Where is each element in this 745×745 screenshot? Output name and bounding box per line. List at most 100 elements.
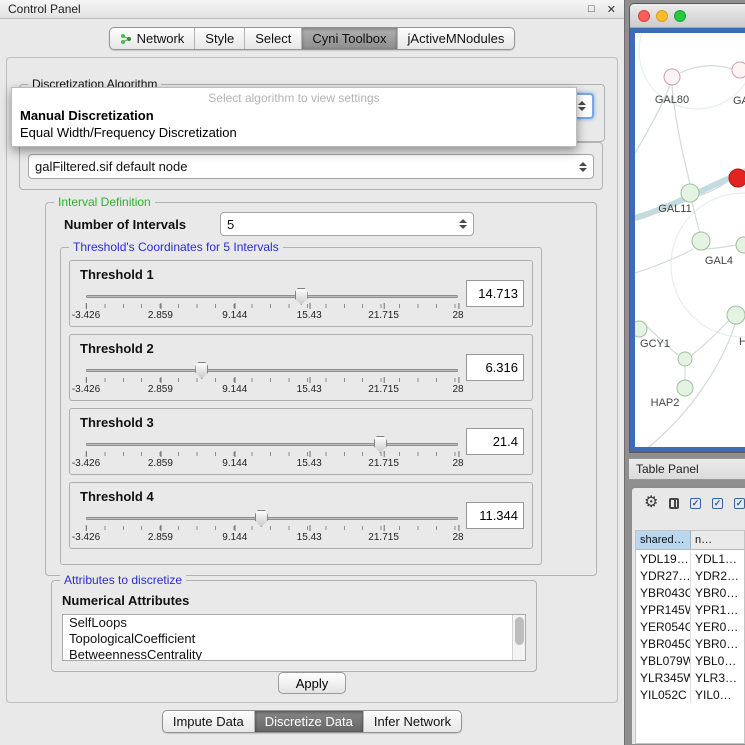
cell[interactable]: YIL052C (636, 686, 691, 703)
tab-discretize-data-label: Discretize Data (265, 714, 353, 729)
cell[interactable]: YBL079W (636, 652, 691, 669)
cyni-toolbox-panel: Discretization Algorithm Select algorith… (6, 57, 618, 703)
cell[interactable]: YDR2… (691, 569, 744, 583)
list-item[interactable]: TopologicalCoefficient (63, 631, 525, 647)
tick-label: 9.144 (222, 310, 247, 321)
network-node-gal4[interactable] (692, 232, 710, 250)
popup-option-manual-discretization[interactable]: Manual Discretization (12, 107, 576, 124)
cell[interactable]: YDR27… (636, 567, 691, 584)
table-row[interactable]: YER054CYER0… (636, 618, 744, 635)
top-tabbar: Network Style Select Cyni Toolbox jActiv… (0, 19, 624, 54)
tab-network[interactable]: Network (110, 28, 195, 49)
table-row[interactable]: YPR145WYPR1… (636, 601, 744, 618)
table-row[interactable]: YBL079WYBL0… (636, 652, 744, 669)
table-data-combobox[interactable]: galFiltered.sif default node (28, 154, 594, 179)
threshold-2-slider-thumb[interactable] (195, 362, 208, 379)
popup-option-equal-width-frequency[interactable]: Equal Width/Frequency Discretization (12, 124, 576, 141)
threshold-3-label: Threshold 3 (80, 415, 154, 430)
cell[interactable]: YDL1… (691, 552, 744, 566)
column-header-name[interactable]: n… (691, 531, 744, 549)
cell[interactable]: YBR045C (636, 635, 691, 652)
table-row[interactable]: YDR27…YDR2… (636, 567, 744, 584)
zoom-traffic-light[interactable] (674, 10, 686, 22)
attributes-group: Attributes to discretize Numerical Attri… (51, 580, 537, 672)
tab-cyni-toolbox[interactable]: Cyni Toolbox (301, 28, 396, 49)
network-node-selected-red[interactable] (729, 169, 745, 187)
cell[interactable]: YBL0… (691, 654, 744, 668)
threshold-1-slider-thumb[interactable] (295, 288, 308, 305)
gear-icon[interactable]: ⚙ (644, 495, 658, 511)
network-node-gal11[interactable] (681, 184, 699, 202)
slider-track (86, 517, 458, 520)
list-scrollbar[interactable] (512, 615, 525, 660)
network-node-gal80[interactable] (664, 69, 680, 85)
table-row[interactable]: YDL19…YDL1… (636, 550, 744, 567)
tab-infer-network[interactable]: Infer Network (363, 711, 461, 732)
network-node[interactable] (678, 352, 692, 366)
close-traffic-light[interactable] (638, 10, 650, 22)
threshold-4-slider-thumb[interactable] (255, 510, 268, 527)
network-node-gcy1[interactable] (635, 321, 647, 337)
minimize-traffic-light[interactable] (656, 10, 668, 22)
minimize-icon[interactable]: □ (588, 3, 595, 15)
tab-select[interactable]: Select (244, 28, 301, 49)
table-row[interactable]: YBR043CYBR0… (636, 584, 744, 601)
slider-ticks (86, 304, 458, 308)
apply-button[interactable]: Apply (278, 672, 346, 694)
tab-style-label: Style (205, 31, 234, 46)
checkbox-icon[interactable]: ✓ (712, 498, 723, 509)
cell[interactable]: YLR345W (636, 669, 691, 686)
cell[interactable]: YPR145W (636, 601, 691, 618)
threshold-1-panel: Threshold 1 -3.426 2.859 9.144 15.43 21.… (69, 260, 533, 327)
list-item[interactable]: SelfLoops (63, 615, 525, 631)
threshold-3-slider[interactable]: -3.426 2.859 9.144 15.43 21.715 28 (86, 437, 458, 473)
tab-impute-data[interactable]: Impute Data (163, 711, 254, 732)
cell[interactable]: YER054C (636, 618, 691, 635)
threshold-4-slider[interactable]: -3.426 2.859 9.144 15.43 21.715 28 (86, 511, 458, 547)
column-header-shared-name[interactable]: shared… (636, 531, 691, 549)
number-of-intervals-combobox[interactable]: 5 (220, 212, 474, 236)
threshold-1-value-field[interactable] (466, 280, 524, 307)
cell[interactable]: YPR1… (691, 603, 744, 617)
tick-label: -3.426 (72, 532, 100, 543)
combo-stepper-icon (459, 219, 467, 229)
tab-style[interactable]: Style (194, 28, 244, 49)
threshold-4-panel: Threshold 4 -3.426 2.859 9.144 15.43 21.… (69, 482, 533, 549)
cell[interactable]: YER0… (691, 620, 744, 634)
table-row[interactable]: YLR345WYLR3… (636, 669, 744, 686)
cell[interactable]: YBR0… (691, 586, 744, 600)
tab-discretize-data[interactable]: Discretize Data (254, 711, 363, 732)
threshold-1-slider[interactable]: -3.426 2.859 9.144 15.43 21.715 28 (86, 289, 458, 325)
tick-label: 21.715 (368, 384, 399, 395)
control-panel-titlebar: Control Panel □ ✕ (0, 0, 624, 19)
network-canvas[interactable]: GAL80 GAL11 GAL4 GCY1 HAP2 GA H (635, 33, 745, 447)
checkbox-icon[interactable]: ✓ (690, 498, 701, 509)
table-row[interactable]: YBR045CYBR0… (636, 635, 744, 652)
network-icon (120, 33, 132, 45)
tab-jactivemnodules[interactable]: jActiveMNodules (397, 28, 515, 49)
threshold-3-slider-thumb[interactable] (374, 436, 387, 453)
cell[interactable]: YBR0… (691, 637, 744, 651)
node-label-partial: GA (733, 95, 745, 107)
network-node[interactable] (736, 237, 745, 253)
network-node[interactable] (732, 62, 745, 78)
bottom-tab-group: Impute Data Discretize Data Infer Networ… (162, 710, 462, 733)
cell[interactable]: YDL19… (636, 550, 691, 567)
column-selector-icon[interactable] (669, 498, 679, 509)
close-icon[interactable]: ✕ (607, 3, 616, 16)
network-view-window: GAL80 GAL11 GAL4 GCY1 HAP2 GA H (629, 3, 745, 453)
cell[interactable]: YIL0… (691, 688, 744, 702)
threshold-2-value-field[interactable] (466, 354, 524, 381)
list-scrollbar-thumb[interactable] (515, 617, 524, 645)
numerical-attributes-label: Numerical Attributes (62, 593, 189, 608)
cell[interactable]: YLR3… (691, 671, 744, 685)
network-node[interactable] (727, 306, 745, 324)
threshold-2-slider[interactable]: -3.426 2.859 9.144 15.43 21.715 28 (86, 363, 458, 399)
checkbox-icon[interactable]: ✓ (734, 498, 745, 509)
list-item[interactable]: BetweennessCentrality (63, 647, 525, 661)
cell[interactable]: YBR043C (636, 584, 691, 601)
table-row[interactable]: YIL052CYIL0… (636, 686, 744, 703)
network-node-hap2[interactable] (677, 380, 693, 396)
threshold-4-value-field[interactable] (466, 502, 524, 529)
threshold-3-value-field[interactable] (466, 428, 524, 455)
